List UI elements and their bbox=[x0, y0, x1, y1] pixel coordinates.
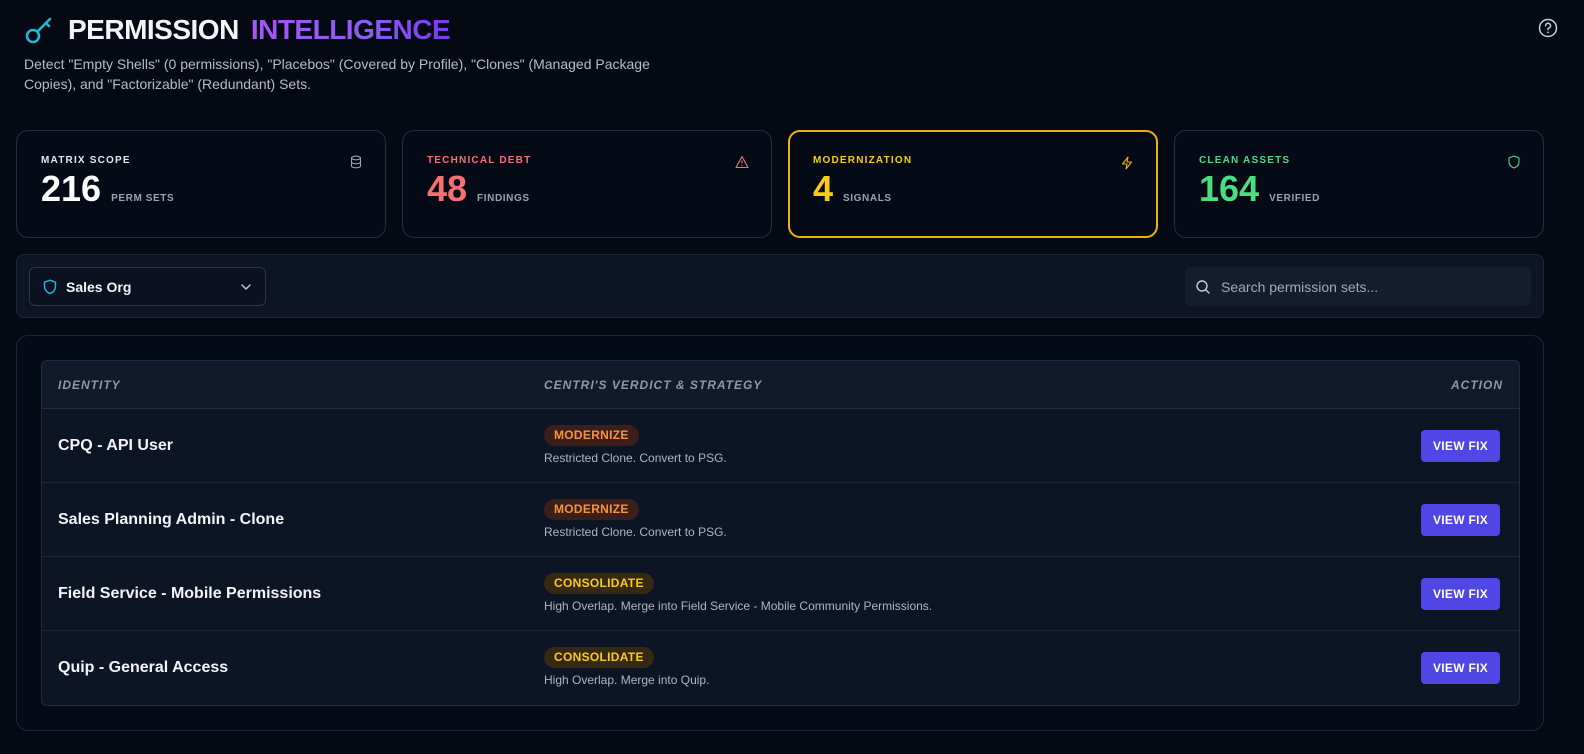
stats-cards: MATRIX SCOPE 216 PERM SETS TECHNICAL DEB… bbox=[16, 130, 1544, 238]
verdict-badge: MODERNIZE bbox=[544, 425, 639, 446]
page-header: PERMISSION INTELLIGENCE Detect "Empty Sh… bbox=[24, 12, 1564, 94]
help-icon[interactable] bbox=[1538, 18, 1558, 38]
stat-value: 164 bbox=[1199, 168, 1260, 209]
title-row: PERMISSION INTELLIGENCE bbox=[24, 12, 1564, 48]
row-strategy: High Overlap. Merge into Quip. bbox=[544, 673, 710, 687]
table-row: CPQ - API User MODERNIZE Restricted Clon… bbox=[42, 409, 1519, 483]
search-box[interactable] bbox=[1185, 267, 1531, 306]
shield-icon bbox=[43, 279, 57, 294]
permission-sets-table: IDENTITY CENTRI'S VERDICT & STRATEGY ACT… bbox=[41, 360, 1520, 706]
verdict-badge: MODERNIZE bbox=[544, 499, 639, 520]
stat-unit: VERIFIED bbox=[1269, 193, 1320, 204]
stat-label: MODERNIZATION bbox=[813, 155, 913, 166]
search-icon bbox=[1196, 279, 1210, 294]
table-header: IDENTITY CENTRI'S VERDICT & STRATEGY ACT… bbox=[42, 361, 1519, 409]
org-select[interactable]: Sales Org bbox=[29, 267, 266, 306]
stat-value: 216 bbox=[41, 168, 102, 209]
stat-label: CLEAN ASSETS bbox=[1199, 155, 1291, 166]
verdict-badge: CONSOLIDATE bbox=[544, 647, 654, 668]
row-strategy: Restricted Clone. Convert to PSG. bbox=[544, 525, 727, 539]
page-title-accent: INTELLIGENCE bbox=[250, 14, 451, 45]
table-row: Sales Planning Admin - Clone MODERNIZE R… bbox=[42, 483, 1519, 557]
stat-value: 48 bbox=[427, 168, 468, 209]
org-select-value: Sales Org bbox=[66, 278, 132, 295]
bolt-icon bbox=[1121, 156, 1133, 170]
view-fix-button[interactable]: VIEW FIX bbox=[1421, 652, 1500, 684]
table-row: Field Service - Mobile Permissions CONSO… bbox=[42, 557, 1519, 631]
stat-label: MATRIX SCOPE bbox=[41, 155, 131, 166]
column-header-identity: IDENTITY bbox=[58, 378, 121, 392]
verdict-badge: CONSOLIDATE bbox=[544, 573, 654, 594]
row-identity: CPQ - API User bbox=[58, 437, 173, 454]
chevron-down-icon bbox=[241, 283, 251, 290]
stat-card-modernization[interactable]: MODERNIZATION 4 SIGNALS bbox=[788, 130, 1158, 238]
stat-unit: FINDINGS bbox=[477, 193, 530, 204]
warning-icon bbox=[735, 155, 749, 169]
stat-card-technical-debt[interactable]: TECHNICAL DEBT 48 FINDINGS bbox=[402, 130, 772, 238]
stat-card-clean-assets[interactable]: CLEAN ASSETS 164 VERIFIED bbox=[1174, 130, 1544, 238]
stat-unit: PERM SETS bbox=[111, 193, 175, 204]
stat-unit: SIGNALS bbox=[843, 193, 892, 204]
view-fix-button[interactable]: VIEW FIX bbox=[1421, 578, 1500, 610]
results-panel: IDENTITY CENTRI'S VERDICT & STRATEGY ACT… bbox=[16, 335, 1544, 731]
filter-toolbar: Sales Org bbox=[16, 254, 1544, 318]
page-subtitle: Detect "Empty Shells" (0 permissions), "… bbox=[24, 56, 650, 92]
stat-label: TECHNICAL DEBT bbox=[427, 155, 532, 166]
stat-value: 4 bbox=[813, 168, 834, 209]
shield-check-icon bbox=[1508, 155, 1520, 169]
table-row: Quip - General Access CONSOLIDATE High O… bbox=[42, 631, 1519, 705]
row-identity: Field Service - Mobile Permissions bbox=[58, 585, 322, 602]
row-strategy: High Overlap. Merge into Field Service -… bbox=[544, 599, 933, 613]
column-header-verdict: CENTRI'S VERDICT & STRATEGY bbox=[544, 378, 763, 392]
row-identity: Quip - General Access bbox=[58, 659, 229, 676]
row-identity: Sales Planning Admin - Clone bbox=[58, 511, 285, 528]
database-icon bbox=[350, 155, 362, 169]
view-fix-button[interactable]: VIEW FIX bbox=[1421, 430, 1500, 462]
stat-card-matrix-scope[interactable]: MATRIX SCOPE 216 PERM SETS bbox=[16, 130, 386, 238]
row-strategy: Restricted Clone. Convert to PSG. bbox=[544, 451, 727, 465]
column-header-action: ACTION bbox=[1451, 378, 1503, 392]
key-icon bbox=[25, 17, 52, 44]
search-input[interactable] bbox=[1221, 278, 1511, 295]
view-fix-button[interactable]: VIEW FIX bbox=[1421, 504, 1500, 536]
page-title: PERMISSION bbox=[68, 14, 239, 45]
